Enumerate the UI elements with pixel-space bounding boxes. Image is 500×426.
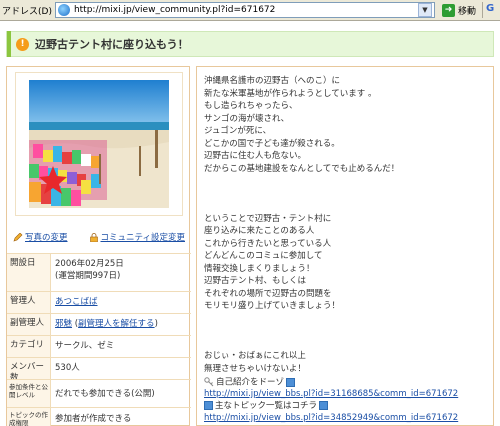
search-engine-icon[interactable]: G <box>486 3 498 17</box>
join-conditions-label: 参加条件と公開レベル <box>7 380 51 407</box>
description-line: おじぃ・おばぁにこれ以上 <box>204 351 306 361</box>
url-field[interactable]: http://mixi.jp/view_community.pl?id=6716… <box>54 2 435 18</box>
founded-date: 2006年02月25日 <box>55 259 124 269</box>
community-description-panel: 沖縄県名護市の辺野古（へのこ）に 新たな米軍基地が作られようとしています 。 も… <box>196 66 494 426</box>
members-label: メンバー数 <box>7 358 51 383</box>
founded-value: 2006年02月25日 (運営期間997日) <box>51 254 191 291</box>
subadmin-paren-close: ) <box>154 319 158 329</box>
intro-link[interactable]: http://mixi.jp/view_bbs.pl?id=31168685&c… <box>204 389 458 399</box>
description-line: 情報交換しまくりましょう！ <box>204 263 315 274</box>
title-bar: ! 辺野古テント村に座り込もう！ <box>6 31 494 57</box>
community-photo[interactable] <box>29 80 169 208</box>
dismiss-subadmin-link[interactable]: 副管理人を解任する <box>78 319 155 329</box>
description-line: 座り込みに来たことのある人 <box>204 226 315 236</box>
info-row-admin: 管理人 あつこばば <box>7 291 191 313</box>
exclamation-icon: ! <box>16 37 29 51</box>
info-row-join-conditions: 参加条件と公開レベル だれでも参加できる(公開) <box>7 379 191 407</box>
admin-link[interactable]: あつこばば <box>55 297 98 307</box>
description-line <box>204 313 492 326</box>
url-text[interactable]: http://mixi.jp/view_community.pl?id=6716… <box>74 5 416 15</box>
community-info-panel: 写真の変更 コミュニティ設定変更 開設日 2006年02月25日 (運営期間99… <box>6 66 191 426</box>
description-line: 辺野古テント村、もしくは <box>204 276 307 286</box>
key-icon <box>204 377 214 387</box>
lock-icon <box>89 232 98 242</box>
description-line: だからこの基地建設をなんとしてでも止めるんだ！ <box>204 163 400 174</box>
description-line: ジュゴンが死に、 <box>204 126 272 136</box>
description-line: ということで辺野古・テント村に <box>204 213 332 224</box>
subadmin-label: 副管理人 <box>7 314 51 335</box>
intro-link-row: http://mixi.jp/view_bbs.pl?id=31168685&c… <box>204 389 492 400</box>
info-row-members: メンバー数 530人 <box>7 357 191 383</box>
page-icon <box>57 4 70 16</box>
admin-label: 管理人 <box>7 292 51 313</box>
info-row-founded: 開設日 2006年02月25日 (運営期間997日) <box>7 253 191 291</box>
go-label: 移動 <box>457 6 476 17</box>
go-button[interactable]: ➜ 移動 <box>439 2 479 18</box>
intro-label: 自己紹介をドーゾ <box>216 377 285 388</box>
community-settings-link[interactable]: コミュニティ設定変更 <box>89 231 186 243</box>
description-line: 沖縄県名護市の辺野古（へのこ）に <box>204 76 341 86</box>
page-title: 辺野古テント村に座り込もう！ <box>35 38 189 51</box>
community-photo-frame <box>15 72 183 216</box>
photo-change-link[interactable]: 写真の変更 <box>13 231 68 243</box>
subadmin-value: 邪魅 (副管理人を解任する) <box>51 314 191 335</box>
info-row-subadmin: 副管理人 邪魅 (副管理人を解任する) <box>7 313 191 335</box>
description-line <box>204 200 492 213</box>
description-line: それぞれの場所で辺野古の問題を <box>204 288 332 299</box>
description-line: 辺野古に住む人も危ない。 <box>204 151 307 161</box>
description-line <box>204 325 492 338</box>
toolbar-divider <box>482 2 483 18</box>
founded-label: 開設日 <box>7 254 51 291</box>
topics-link[interactable]: http://mixi.jp/view_bbs.pl?id=34852949&c… <box>204 413 458 423</box>
topics-heading: 主なトピック一覧はコチラ <box>204 401 492 412</box>
description-line <box>204 188 492 201</box>
description-line: どこかの国で子ども達が殺される。 <box>204 138 340 149</box>
intro-heading: 自己紹介をドーゾ <box>204 377 492 389</box>
description-line: これから行きたいと思っている人 <box>204 238 332 249</box>
category-value: サークル、ゼミ <box>55 341 115 351</box>
list-icon <box>204 401 213 410</box>
checkbox-icon <box>286 377 296 387</box>
description-line: サンゴの海が壊され、 <box>204 113 290 124</box>
topics-link-row: http://mixi.jp/view_bbs.pl?id=34852949&c… <box>204 413 492 424</box>
description-line: 無理させちゃいけないよ！ <box>204 363 306 374</box>
description-line: どんどんこのコミュに参加して <box>204 251 323 261</box>
address-label: アドレス(D) <box>2 6 52 17</box>
topics-label: 主なトピック一覧はコチラ <box>215 401 318 411</box>
members-value: 530人 <box>55 363 80 373</box>
description-line <box>204 338 492 351</box>
community-description: 沖縄県名護市の辺野古（へのこ）に 新たな米軍基地が作られようとしています 。 も… <box>204 75 492 375</box>
topic-permission-value: 参加者が作成できる <box>55 414 132 424</box>
photo-links: 写真の変更 コミュニティ設定変更 <box>7 225 191 249</box>
info-row-topic-permission: トピックの作成権限 参加者が作成できる <box>7 407 191 426</box>
topic-permission-label: トピックの作成権限 <box>7 408 51 426</box>
description-line: モリモリ盛り上げていきましょう！ <box>204 301 341 311</box>
info-row-category: カテゴリ サークル、ゼミ <box>7 335 191 357</box>
founded-duration: (運営期間997日) <box>55 271 121 282</box>
category-label: カテゴリ <box>7 336 51 357</box>
pencil-icon <box>13 232 23 241</box>
address-bar: アドレス(D) http://mixi.jp/view_community.pl… <box>0 0 500 21</box>
title-stripe <box>7 31 11 57</box>
description-line: もし造られちゃったら、 <box>204 101 298 111</box>
description-line <box>204 175 492 188</box>
join-conditions-value: だれでも参加できる(公開) <box>55 389 155 399</box>
photo-change-label: 写真の変更 <box>25 233 68 243</box>
description-line: 新たな米軍基地が作られようとしています 。 <box>204 88 377 99</box>
admin-value: あつこばば <box>51 292 191 313</box>
subadmin-link[interactable]: 邪魅 <box>55 319 72 329</box>
dropdown-arrow-icon[interactable]: ▼ <box>417 3 432 17</box>
checkbox-icon <box>319 401 329 410</box>
go-arrow-icon: ➜ <box>441 3 455 17</box>
community-settings-label: コミュニティ設定変更 <box>100 233 186 243</box>
